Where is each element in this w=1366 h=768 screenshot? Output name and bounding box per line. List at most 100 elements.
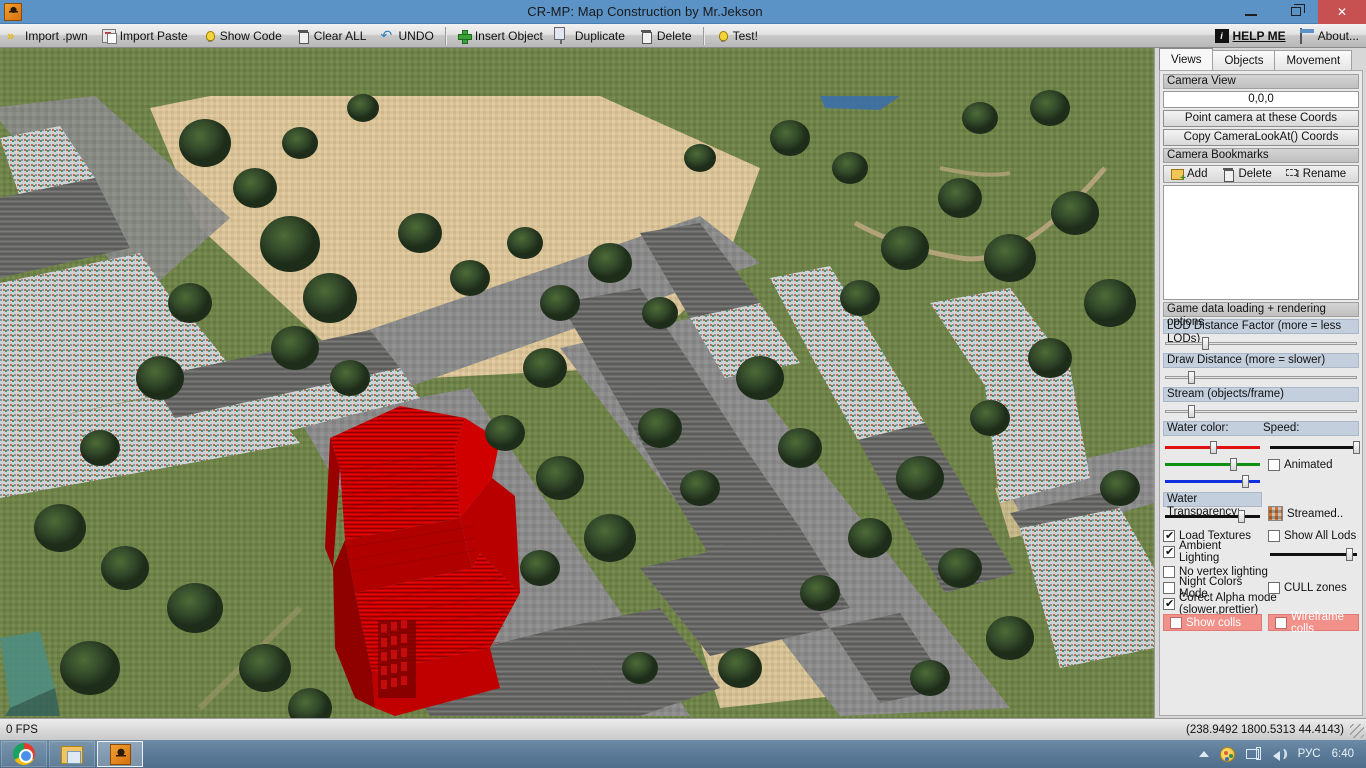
bookmark-rename-button[interactable]: Rename xyxy=(1279,166,1353,182)
taskbar-crmp-button[interactable] xyxy=(97,741,143,767)
slider-thumb[interactable] xyxy=(1230,458,1238,471)
show-hidden-icons-icon[interactable] xyxy=(1198,751,1209,757)
show-colls-checkbox[interactable] xyxy=(1170,616,1182,629)
draw-distance-label: Draw Distance (more = slower) xyxy=(1163,353,1359,368)
water-blue-slider[interactable] xyxy=(1163,474,1262,488)
fps-counter: 0 FPS xyxy=(6,723,38,736)
maximize-button[interactable] xyxy=(1273,0,1318,24)
toolbar-duplicate[interactable]: Duplicate xyxy=(550,25,632,47)
right-panel: Views Objects Movement Camera View 0,0,0… xyxy=(1154,48,1366,718)
3d-viewport[interactable] xyxy=(0,48,1154,718)
wireframe-colls-button[interactable]: Wireframe colls xyxy=(1267,611,1359,635)
cull-zones-checkbox[interactable] xyxy=(1267,582,1280,594)
slider-thumb[interactable] xyxy=(1188,371,1196,384)
camera-bookmarks-header: Camera Bookmarks xyxy=(1163,148,1359,163)
tray-color-icon[interactable] xyxy=(1219,746,1235,762)
camera-bookmarks-list[interactable] xyxy=(1163,185,1359,300)
trash-icon xyxy=(639,29,653,44)
slider-thumb[interactable] xyxy=(1210,441,1218,454)
show-colls-button[interactable]: Show colls xyxy=(1163,614,1262,631)
system-tray: РУС 6:40 xyxy=(1198,746,1366,762)
no-vertex-lighting-checkbox[interactable] xyxy=(1163,566,1175,578)
water-red-slider[interactable] xyxy=(1163,440,1262,454)
bookmark-delete-button[interactable]: Delete xyxy=(1214,166,1278,182)
water-color-label: Water color: xyxy=(1167,422,1229,434)
show-all-lods-checkbox[interactable] xyxy=(1267,530,1280,542)
toolbar-test[interactable]: Test! xyxy=(708,25,765,47)
show-all-lods-row[interactable]: Show All Lods xyxy=(1267,528,1359,544)
show-all-lods-label: Show All Lods xyxy=(1283,530,1357,542)
animated-checkbox[interactable] xyxy=(1267,459,1280,471)
resize-grip[interactable] xyxy=(1350,724,1364,738)
tab-movement[interactable]: Movement xyxy=(1274,50,1353,71)
toolbar-import-paste[interactable]: Import Paste xyxy=(95,25,195,47)
slider-thumb[interactable] xyxy=(1202,337,1210,350)
ambient-lighting-checkbox[interactable] xyxy=(1163,545,1175,559)
volume-icon[interactable] xyxy=(1272,747,1287,761)
water-transparency-label: Water Transparency: xyxy=(1163,492,1262,518)
ambient-lighting-row[interactable]: Ambient Lighting xyxy=(1163,540,1262,564)
toolbar-label: Test! xyxy=(732,28,758,43)
lod-distance-slider[interactable] xyxy=(1163,336,1359,350)
copy-cameralookat-button[interactable]: Copy CameraLookAt() Coords xyxy=(1163,129,1359,146)
water-speed-slider[interactable] xyxy=(1268,440,1360,454)
stream-objects-slider[interactable] xyxy=(1163,404,1359,418)
toolbar-show-code[interactable]: Show Code xyxy=(195,25,289,47)
slider-thumb[interactable] xyxy=(1352,441,1360,454)
rendering-options-header: Game data loading + rendering options xyxy=(1163,302,1359,328)
network-icon[interactable] xyxy=(1245,747,1261,761)
chrome-icon xyxy=(13,743,35,765)
toolbar-insert-object[interactable]: Insert Object xyxy=(450,25,550,47)
animated-checkbox-row[interactable]: Animated xyxy=(1267,457,1359,473)
about-window-icon xyxy=(1299,27,1314,44)
slider-thumb[interactable] xyxy=(1188,405,1196,418)
bookmark-add-button[interactable]: Add xyxy=(1164,166,1214,184)
tab-views[interactable]: Views xyxy=(1159,48,1214,71)
correct-alpha-checkbox[interactable] xyxy=(1163,597,1175,611)
windows-taskbar: РУС 6:40 xyxy=(0,740,1366,768)
undo-arrow-icon: ↶ xyxy=(380,26,393,43)
main-toolbar: » Import .pwn Import Paste Show Code Cle… xyxy=(0,24,1366,48)
ambient-lighting-slider[interactable] xyxy=(1268,547,1359,561)
green-plus-icon xyxy=(457,29,472,44)
draw-distance-slider[interactable] xyxy=(1163,370,1359,384)
slider-track xyxy=(1165,463,1260,466)
toolbar-about[interactable]: About... xyxy=(1293,25,1366,47)
load-textures-checkbox[interactable] xyxy=(1163,529,1175,543)
add-folder-icon xyxy=(1171,168,1186,184)
slider-thumb[interactable] xyxy=(1242,475,1250,488)
application-window: CR-MP: Map Construction by Mr.Jekson ✕ »… xyxy=(0,0,1366,768)
show-colls-label: Show colls xyxy=(1186,616,1241,629)
toolbar-import-pwn[interactable]: » Import .pwn xyxy=(0,25,95,47)
tab-objects[interactable]: Objects xyxy=(1212,50,1276,71)
streamed-grid-icon xyxy=(1267,506,1283,521)
duplicate-icon xyxy=(557,27,571,44)
import-paste-icon xyxy=(101,28,117,44)
toolbar-undo[interactable]: ↶ UNDO xyxy=(373,25,440,47)
clock[interactable]: 6:40 xyxy=(1332,748,1354,760)
minimize-button[interactable] xyxy=(1228,0,1273,24)
water-transparency-slider[interactable] xyxy=(1163,509,1262,523)
taskbar-chrome-button[interactable] xyxy=(1,741,47,767)
point-camera-button[interactable]: Point camera at these Coords xyxy=(1163,110,1359,127)
lightbulb-icon xyxy=(715,29,729,43)
close-button[interactable]: ✕ xyxy=(1318,0,1366,24)
ambient-lighting-label: Ambient Lighting xyxy=(1179,540,1222,564)
viewport-render xyxy=(0,48,1154,718)
wireframe-colls-checkbox[interactable] xyxy=(1274,616,1287,629)
camera-coords-input[interactable]: 0,0,0 xyxy=(1163,91,1359,108)
slider-thumb[interactable] xyxy=(1238,510,1246,523)
toolbar-help-me[interactable]: i HELP ME xyxy=(1208,25,1293,47)
toolbar-delete[interactable]: Delete xyxy=(632,25,699,47)
toolbar-clear-all[interactable]: Clear ALL xyxy=(289,25,374,47)
water-green-slider[interactable] xyxy=(1163,457,1262,471)
language-indicator[interactable]: РУС xyxy=(1298,748,1321,760)
streamed-button[interactable]: Streamed.. xyxy=(1267,506,1359,521)
night-colors-checkbox[interactable] xyxy=(1163,582,1175,594)
speed-label: Speed: xyxy=(1263,422,1300,434)
help-info-icon: i xyxy=(1214,28,1229,43)
slider-thumb[interactable] xyxy=(1346,548,1354,561)
panel-tabs: Views Objects Movement xyxy=(1155,48,1366,71)
bookmarks-toolbar: Add Delete Rename xyxy=(1163,165,1359,184)
taskbar-explorer-button[interactable] xyxy=(49,741,95,767)
